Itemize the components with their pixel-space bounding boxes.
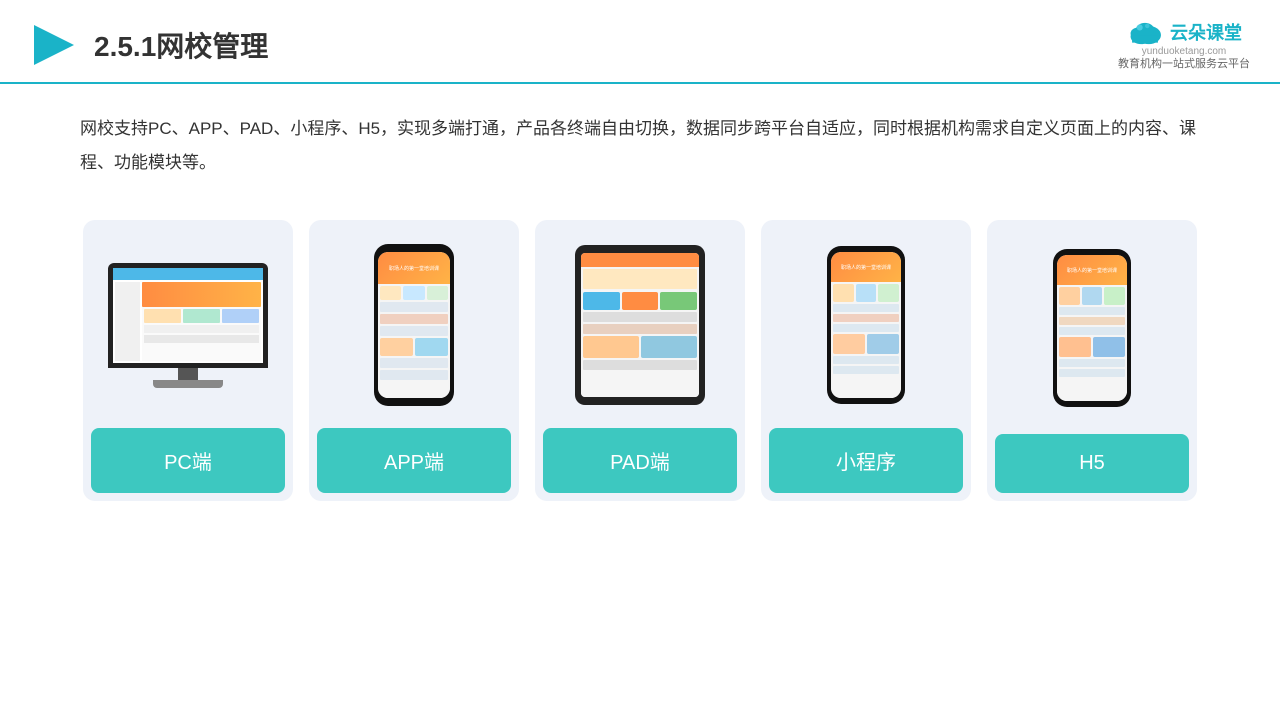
- pc-monitor-icon: [108, 263, 268, 388]
- mini-phone-mockup-miniprogram: 职场人的第一堂培训课: [827, 246, 905, 404]
- cards-container: PC端 职场人的第一堂培训课: [0, 200, 1280, 521]
- logo-text: 云朵课堂: [1170, 19, 1242, 45]
- card-h5: 职场人的第一堂培训课: [987, 220, 1197, 501]
- card-pad: PAD端: [535, 220, 745, 501]
- cloud-logo-icon: [1126, 18, 1164, 46]
- card-pad-image: [535, 220, 745, 420]
- card-app: 职场人的第一堂培训课: [309, 220, 519, 501]
- card-pc-image: [83, 220, 293, 420]
- card-app-label: APP端: [317, 428, 511, 493]
- phone-mockup-app: 职场人的第一堂培训课: [374, 244, 454, 406]
- play-icon: [30, 21, 78, 69]
- card-h5-image: 职场人的第一堂培训课: [987, 220, 1197, 426]
- description-text: 网校支持PC、APP、PAD、小程序、H5，实现多端打通，产品各终端自由切换，数…: [0, 84, 1280, 190]
- card-h5-label: H5: [995, 434, 1189, 493]
- tablet-mockup: [575, 245, 705, 405]
- page-title: 2.5.1网校管理: [94, 25, 268, 65]
- header-left: 2.5.1网校管理: [30, 21, 268, 69]
- card-pad-label: PAD端: [543, 428, 737, 493]
- header: 2.5.1网校管理 云朵课堂 yunduoketang.com 教育机构一站式服…: [0, 0, 1280, 84]
- card-app-image: 职场人的第一堂培训课: [309, 220, 519, 420]
- logo-domain: yunduoketang.com: [1142, 46, 1227, 57]
- card-miniprogram: 职场人的第一堂培训课: [761, 220, 971, 501]
- card-miniprogram-image: 职场人的第一堂培训课: [761, 220, 971, 420]
- card-pc-label: PC端: [91, 428, 285, 493]
- mini-phone-mockup-h5: 职场人的第一堂培训课: [1053, 249, 1131, 407]
- logo-cloud: 云朵课堂: [1126, 18, 1242, 46]
- card-miniprogram-label: 小程序: [769, 428, 963, 493]
- logo-area: 云朵课堂 yunduoketang.com 教育机构一站式服务云平台: [1118, 18, 1250, 72]
- card-pc: PC端: [83, 220, 293, 501]
- logo-subtitle: 教育机构一站式服务云平台: [1118, 57, 1250, 72]
